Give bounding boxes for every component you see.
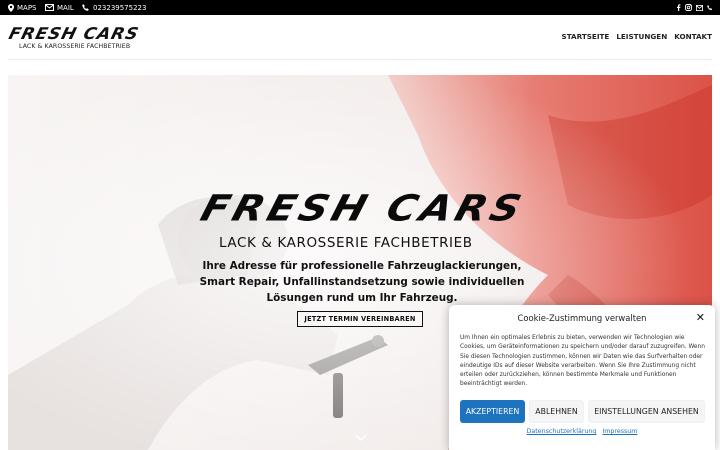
book-appointment-button[interactable]: JETZT TERMIN VEREINBAREN (297, 311, 423, 327)
facebook-icon[interactable] (676, 4, 681, 11)
mail-link[interactable]: MAIL (45, 0, 74, 15)
accept-button[interactable]: AKZEPTIEREN (460, 400, 525, 423)
cookie-links: Datenschutzerklärung Impressum (449, 428, 715, 435)
hero-logo: FRESH CARS (196, 188, 530, 230)
nav-item-kontakt[interactable]: KONTAKT (674, 32, 712, 41)
instagram-icon[interactable] (685, 4, 692, 11)
envelope-icon (45, 4, 54, 11)
social-links (676, 0, 713, 15)
deny-button[interactable]: ABLEHNEN (529, 400, 584, 423)
hero-description: Ihre Adresse für professionelle Fahrzeug… (199, 260, 525, 304)
logo-wordmark: FRESH CARS (6, 24, 142, 44)
close-icon[interactable]: ✕ (696, 311, 705, 324)
phone-icon[interactable] (707, 4, 713, 11)
mail-label: MAIL (57, 3, 74, 12)
site-logo[interactable]: FRESH CARS LACK & KAROSSERIE FACHBETRIEB (6, 24, 142, 59)
view-settings-button[interactable]: EINSTELLUNGEN ANSEHEN (588, 400, 705, 423)
phone-label: 023239575223 (93, 3, 147, 12)
main-nav: STARTSEITE LEISTUNGEN KONTAKT (562, 32, 712, 41)
nav-item-startseite[interactable]: STARTSEITE (562, 32, 610, 41)
privacy-policy-link[interactable]: Datenschutzerklärung (527, 428, 597, 435)
maps-link[interactable]: MAPS (8, 0, 37, 15)
top-bar: MAPS MAIL 023239575223 (0, 0, 720, 15)
logo-subtitle: LACK & KAROSSERIE FACHBETRIEB (19, 43, 131, 50)
mail-icon[interactable] (696, 4, 703, 11)
site-header: FRESH CARS LACK & KAROSSERIE FACHBETRIEB… (0, 15, 720, 59)
cookie-dialog-title: Cookie-Zustimmung verwalten (517, 313, 647, 323)
phone-icon (82, 3, 89, 11)
hero-logo-wordmark: FRESH CARS (196, 188, 530, 230)
nav-item-leistungen[interactable]: LEISTUNGEN (616, 32, 667, 41)
cookie-consent-dialog: Cookie-Zustimmung verwalten ✕ Um Ihnen e… (449, 305, 715, 450)
header-divider (8, 59, 712, 60)
chevron-down-icon[interactable] (355, 434, 367, 442)
imprint-link[interactable]: Impressum (602, 428, 637, 435)
phone-link[interactable]: 023239575223 (82, 0, 146, 15)
cookie-dialog-text: Um Ihnen ein optimales Erlebnis zu biete… (460, 335, 706, 388)
map-pin-icon (8, 3, 14, 12)
hero-subtitle: LACK & KAROSSERIE FACHBETRIEB (219, 235, 473, 251)
maps-label: MAPS (17, 3, 37, 12)
